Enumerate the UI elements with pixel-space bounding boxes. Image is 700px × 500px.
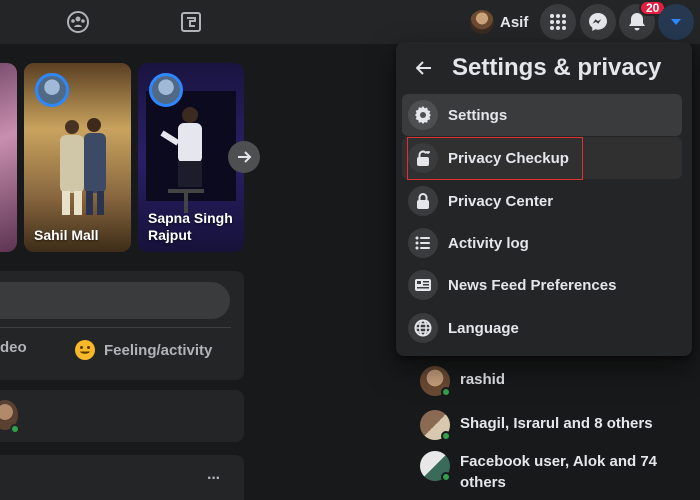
gear-icon: [408, 100, 438, 130]
back-button[interactable]: [410, 54, 438, 82]
contact-name: Shagil, Israrul and 8 others: [460, 415, 653, 432]
story-avatar: [149, 73, 183, 107]
divider: [0, 327, 231, 328]
profile-shortcut[interactable]: Asif: [466, 6, 538, 38]
menu-item-label: Settings: [448, 106, 508, 124]
contact-item[interactable]: Facebook user, Alok and 74 others: [420, 451, 670, 493]
avatar: [470, 10, 494, 34]
smiley-icon: [75, 340, 95, 360]
menu-header: Settings & privacy: [410, 54, 661, 82]
menu-item-label: Activity log: [448, 234, 529, 252]
profile-name: Asif: [500, 13, 529, 31]
group-avatar: [420, 410, 451, 441]
avatar: [420, 366, 451, 397]
feeling-activity-button[interactable]: Feeling/activity: [74, 339, 212, 361]
menu-item-label: Privacy Center: [448, 192, 554, 210]
menu-item-settings[interactable]: Settings: [402, 94, 682, 136]
menu-button[interactable]: [540, 4, 576, 40]
list-icon: [408, 228, 438, 258]
contact-item[interactable]: Shagil, Israrul and 8 others: [420, 410, 653, 441]
messenger-icon: [589, 13, 607, 31]
menu-item-privacy-checkup[interactable]: Privacy Checkup: [402, 137, 682, 179]
menu-item-privacy-center[interactable]: Privacy Center: [402, 180, 682, 222]
live-video-label: deo: [0, 339, 27, 356]
contact-name: Facebook user, Alok and 74 others: [460, 453, 658, 491]
online-status-dot: [441, 472, 451, 482]
feed-icon: [408, 270, 438, 300]
menu-item-activity-log[interactable]: Activity log: [402, 222, 682, 264]
menu-item-label: News Feed Preferences: [448, 276, 617, 294]
post-card: ···: [0, 455, 244, 500]
online-status-dot: [441, 431, 451, 441]
story-card[interactable]: Sahil Mall: [24, 63, 131, 252]
groups-icon[interactable]: [65, 9, 91, 35]
stories-next-button[interactable]: [228, 141, 260, 173]
menu-item-label: Language: [448, 319, 519, 337]
arrow-left-icon: [416, 61, 431, 75]
gaming-icon[interactable]: [178, 9, 204, 35]
menu-item-language[interactable]: Language: [402, 307, 682, 349]
live-video-button[interactable]: deo: [0, 339, 27, 356]
story-card[interactable]: [0, 63, 17, 252]
contact-name: rashid: [460, 371, 506, 388]
feeling-activity-label: Feeling/activity: [104, 341, 213, 359]
post-composer: deo Feeling/activity: [0, 271, 244, 380]
story-label: Sapna Singh Rajput: [148, 210, 233, 243]
whats-on-your-mind-input[interactable]: [0, 282, 230, 319]
lock-heart-icon: [408, 143, 438, 173]
menu-item-label: Privacy Checkup: [448, 149, 569, 167]
online-status-dot: [10, 424, 20, 434]
grid-icon: [550, 14, 566, 30]
arrow-right-icon: [238, 151, 252, 163]
group-avatar: [420, 451, 451, 482]
messenger-button[interactable]: [580, 4, 616, 40]
rooms-card: [0, 390, 244, 442]
contact-item[interactable]: rashid: [420, 366, 506, 397]
top-navigation-bar: Asif 20: [0, 0, 700, 44]
caret-down-icon: [671, 19, 681, 25]
settings-privacy-menu: Settings & privacy Settings Privacy Chec…: [396, 42, 692, 356]
story-avatar: [35, 73, 69, 107]
account-button[interactable]: [658, 4, 694, 40]
story-label: Sahil Mall: [34, 227, 99, 243]
menu-title: Settings & privacy: [452, 54, 662, 81]
lock-icon: [408, 186, 438, 216]
menu-item-news-feed-preferences[interactable]: News Feed Preferences: [402, 264, 682, 306]
globe-icon: [408, 313, 438, 343]
post-options-icon[interactable]: ···: [207, 470, 221, 488]
online-status-dot: [441, 387, 451, 397]
